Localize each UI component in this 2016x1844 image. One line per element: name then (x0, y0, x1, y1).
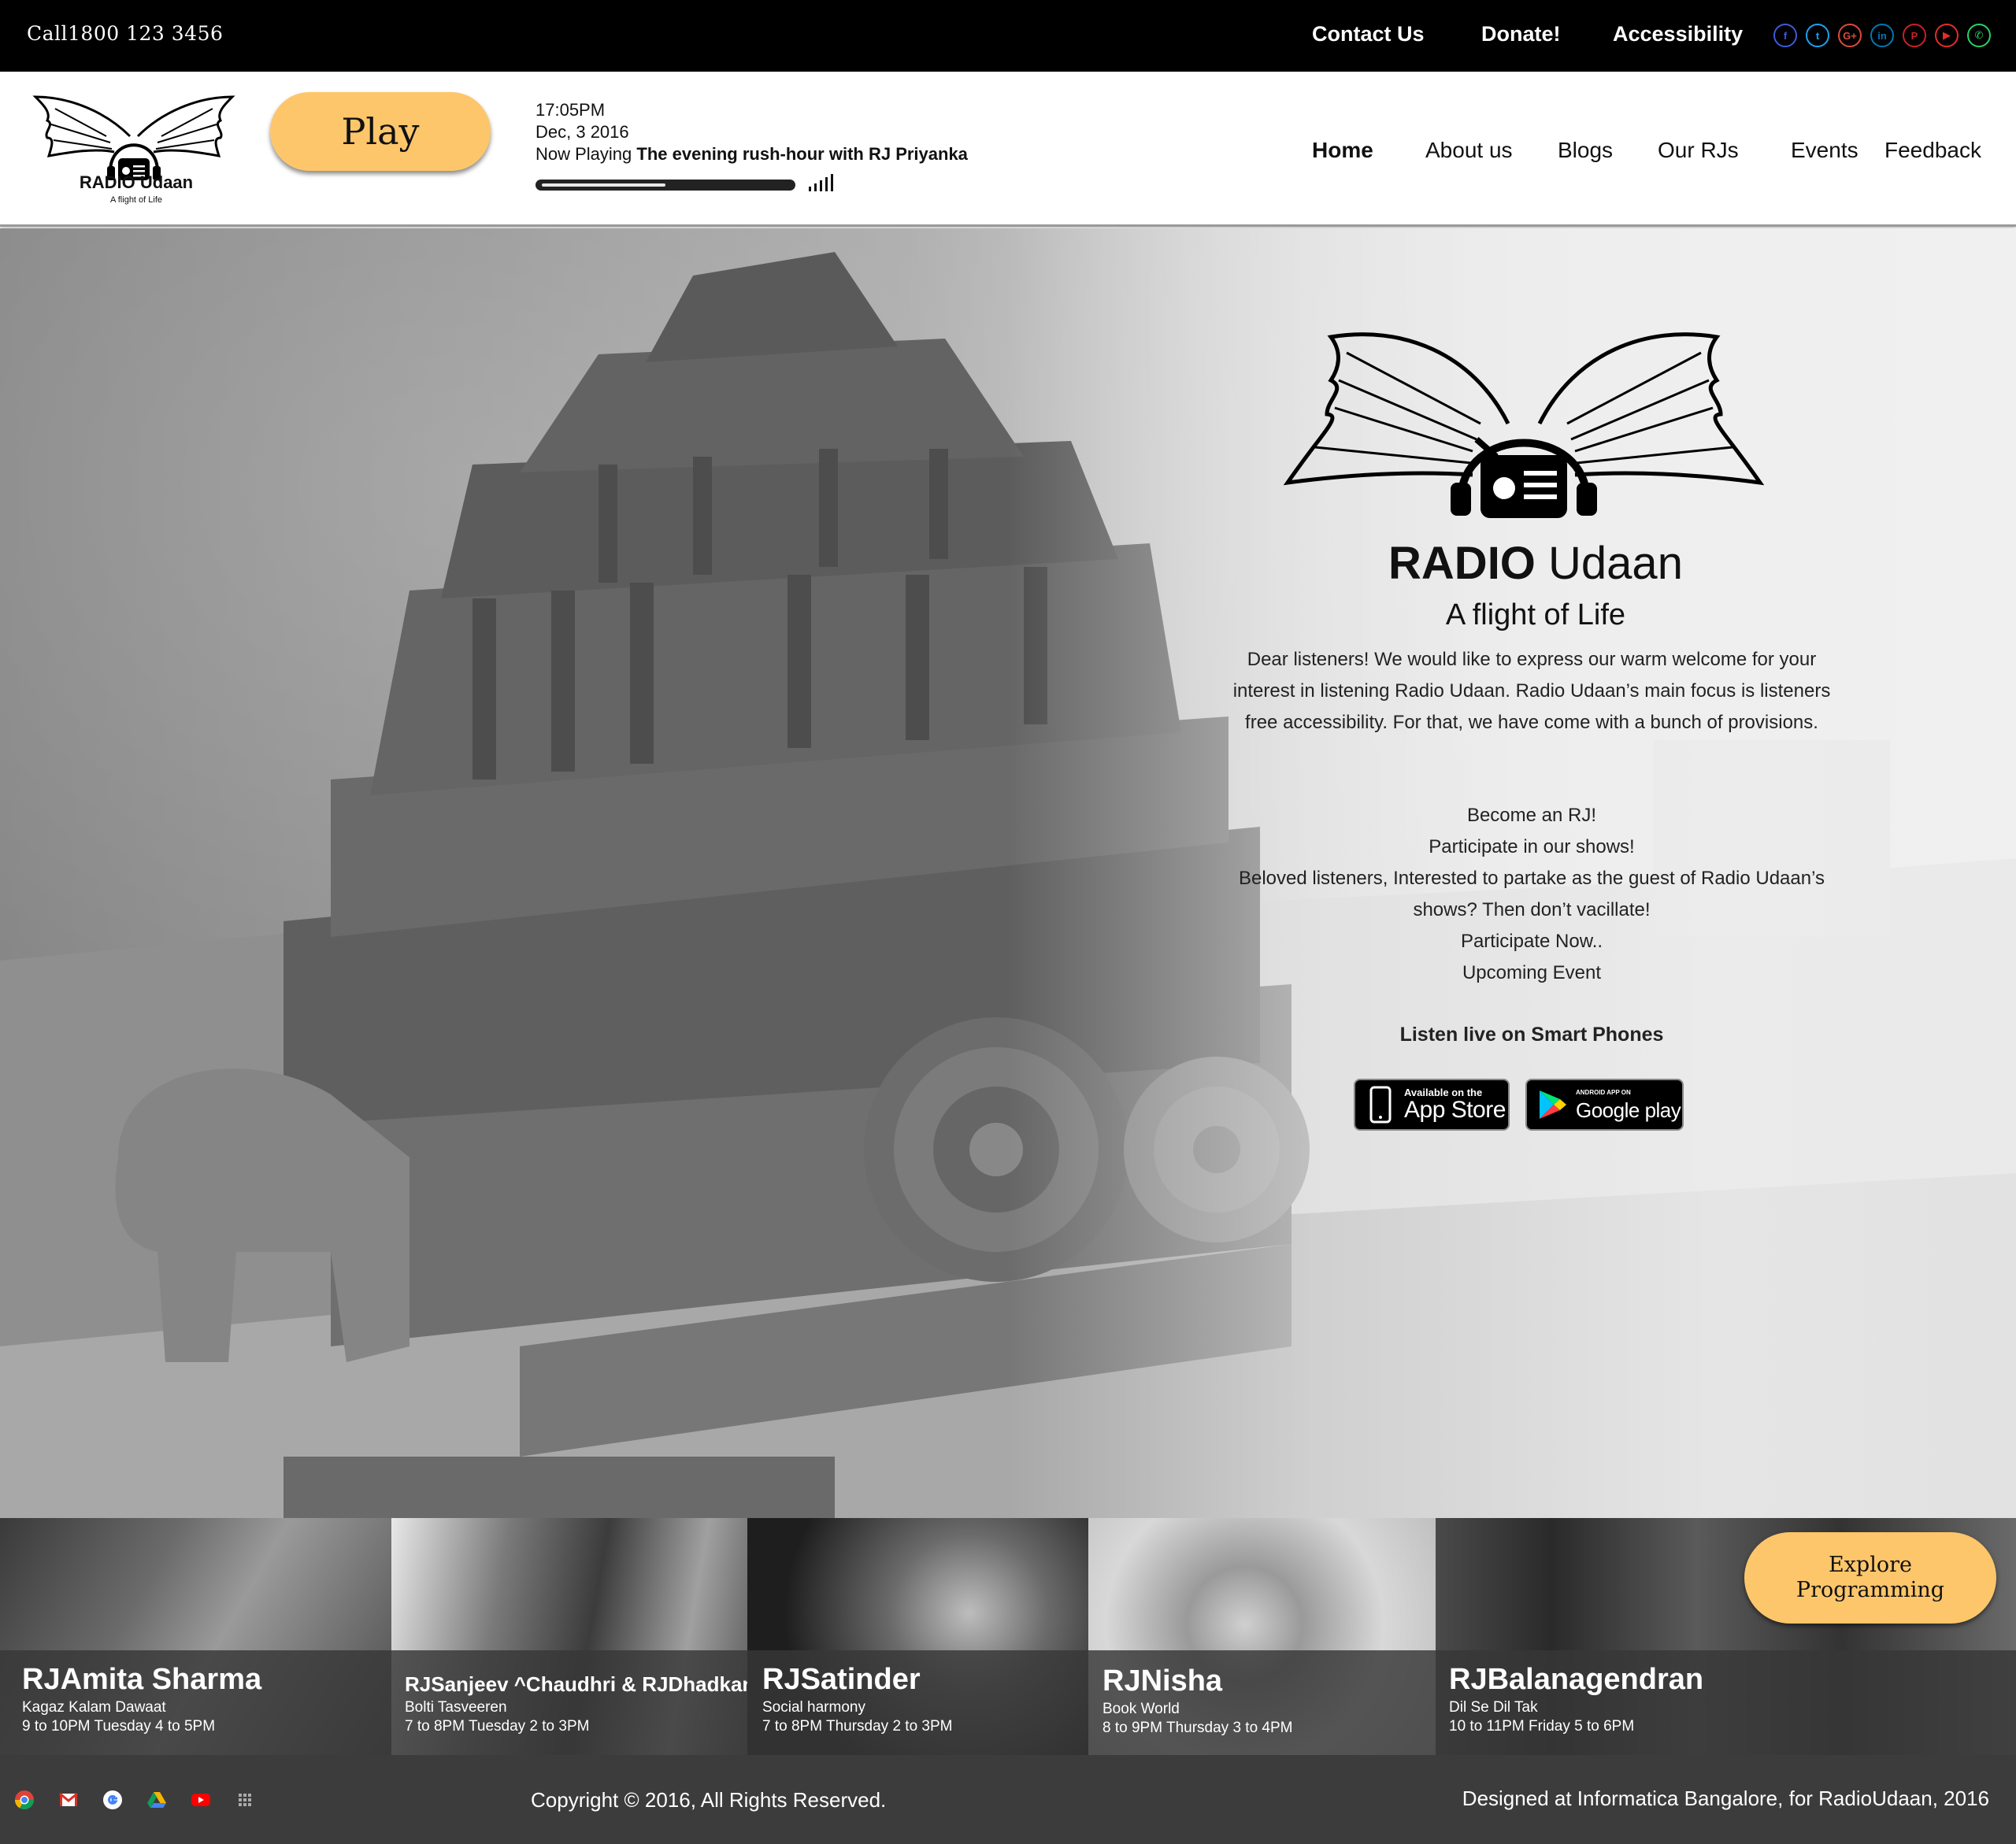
volume-icon[interactable] (809, 172, 833, 191)
now-playing-line: Now Playing The evening rush-hour with R… (536, 143, 968, 165)
rj-show: Dil Se Dil Tak (1449, 1699, 1538, 1716)
explore-line-2: Programming (1796, 1578, 1945, 1602)
welcome-line-1: Dear listeners! We would like to express… (1247, 649, 1817, 670)
linkedin-icon[interactable]: in (1870, 24, 1894, 47)
hero-section: RADIO Udaan A flight of Life Dear listen… (0, 228, 2016, 1518)
youtube-icon[interactable] (191, 1790, 211, 1810)
google-play-badge[interactable]: ANDROID APP ON Google play (1525, 1079, 1684, 1131)
chrome-icon[interactable] (14, 1790, 35, 1810)
nav-events[interactable]: Events (1791, 138, 1858, 163)
playback-progress-fill (542, 183, 665, 187)
now-playing-title: The evening rush-hour with RJ Priyanka (636, 144, 968, 164)
footer-app-icons (14, 1790, 255, 1810)
explore-line-1: Explore (1828, 1553, 1912, 1577)
hero-welcome-text: Dear listeners! We would like to express… (1197, 644, 1866, 739)
site-header: RADIO Udaan A flight of Life Play 17:05P… (0, 72, 2016, 227)
welcome-line-2: interest in listening Radio Udaan. Radio… (1232, 680, 1831, 702)
hero-title-bold: RADIO (1388, 538, 1549, 589)
rj-name: RJAmita Sharma (22, 1663, 262, 1696)
rj-show: Bolti Tasveeren (405, 1699, 507, 1716)
welcome-line-3: free accessibility. For that, we have co… (1245, 712, 1818, 733)
explore-programming-button[interactable]: Explore Programming (1744, 1532, 1996, 1624)
hero-subtitle: A flight of Life (1445, 598, 1626, 631)
twitter-icon[interactable]: t (1806, 24, 1829, 47)
rj-card[interactable]: RJSanjeev ^Chaudhri & RJDhadkan Bolti Ta… (391, 1518, 747, 1755)
rj-name: RJBalanagendran (1449, 1663, 1704, 1696)
google-plus-icon[interactable]: G+ (1838, 24, 1862, 47)
playback-progress-bar[interactable] (536, 180, 795, 191)
play-button[interactable]: Play (270, 92, 491, 171)
call-number[interactable]: Call1800 123 3456 (27, 22, 223, 45)
become-rj-link[interactable]: Become an RJ! (1197, 800, 1866, 831)
rj-name: RJSanjeev ^Chaudhri & RJDhadkan (405, 1672, 747, 1696)
current-time: 17:05PM (536, 100, 606, 120)
accessibility-link[interactable]: Accessibility (1613, 22, 1743, 46)
rj-time: 7 to 8PM Thursday 2 to 3PM (762, 1718, 953, 1735)
participate-link[interactable]: Participate in our shows! (1197, 831, 1866, 863)
nav-home[interactable]: Home (1312, 138, 1373, 163)
rj-strip: RJAmita Sharma Kagaz Kalam Dawaat 9 to 1… (0, 1518, 2016, 1755)
current-date: Dec, 3 2016 (536, 122, 629, 142)
participate-now-link[interactable]: Participate Now.. (1197, 926, 1866, 957)
now-playing-label: Now Playing (536, 144, 637, 164)
youtube-icon[interactable]: ▶ (1935, 24, 1959, 47)
apps-grid-icon[interactable] (235, 1790, 255, 1810)
contact-us-link[interactable]: Contact Us (1312, 22, 1425, 46)
google-play-icon (1540, 1090, 1566, 1119)
listen-live-heading: Listen live on Smart Phones (1399, 1024, 1664, 1046)
logo-name: RADIO Udaan (79, 172, 194, 192)
google-play-big-text: Google play (1576, 1098, 1681, 1122)
copyright-text: Copyright © 2016, All Rights Reserved. (531, 1788, 887, 1812)
top-bar: Call1800 123 3456 Contact Us Donate! Acc… (0, 0, 2016, 72)
rj-name: RJSatinder (762, 1663, 921, 1696)
nav-about-us[interactable]: About us (1425, 138, 1513, 163)
rj-show: Book World (1102, 1701, 1180, 1717)
hero-title: RADIO Udaan (1205, 537, 1866, 590)
rj-show: Kagaz Kalam Dawaat (22, 1699, 166, 1716)
hero-actions: Become an RJ! Participate in our shows! … (1197, 800, 1866, 989)
iphone-icon (1369, 1086, 1392, 1124)
beloved-line-2: shows? Then don’t vacillate! (1413, 899, 1651, 920)
pinterest-icon[interactable]: P (1903, 24, 1926, 47)
site-footer: Copyright © 2016, All Rights Reserved. D… (0, 1755, 2016, 1844)
rj-card[interactable]: RJAmita Sharma Kagaz Kalam Dawaat 9 to 1… (0, 1518, 391, 1755)
logo-tagline: A flight of Life (109, 195, 163, 205)
rj-show: Social harmony (762, 1699, 865, 1716)
nav-our-rjs[interactable]: Our RJs (1658, 138, 1739, 163)
app-store-big-text: App Store (1404, 1097, 1506, 1123)
app-store-badge[interactable]: Available on the App Store (1354, 1079, 1510, 1131)
gmail-icon[interactable] (58, 1790, 79, 1810)
whatsapp-icon[interactable]: ✆ (1967, 24, 1991, 47)
designed-by-text: Designed at Informatica Bangalore, for R… (1462, 1787, 1989, 1810)
beloved-line-1: Beloved listeners, Interested to partake… (1238, 868, 1825, 889)
google-icon[interactable] (102, 1790, 123, 1810)
facebook-icon[interactable]: f (1773, 24, 1797, 47)
rj-time: 7 to 8PM Tuesday 2 to 3PM (405, 1718, 590, 1735)
radio-udaan-emblem-icon (1284, 332, 1764, 518)
rj-card[interactable]: RJSatinder Social harmony 7 to 8PM Thurs… (747, 1518, 1088, 1755)
social-links: f t G+ in P ▶ ✆ (1773, 24, 1991, 47)
upcoming-event-link[interactable]: Upcoming Event (1197, 957, 1866, 989)
rj-time: 10 to 11PM Friday 5 to 6PM (1449, 1718, 1635, 1735)
google-play-small-text: ANDROID APP ON (1576, 1089, 1631, 1096)
nav-feedback[interactable]: Feedback (1884, 138, 1981, 163)
rj-name: RJNisha (1102, 1664, 1223, 1698)
now-playing-info: 17:05PM Dec, 3 2016 Now Playing The even… (536, 99, 968, 165)
nav-blogs[interactable]: Blogs (1558, 138, 1613, 163)
donate-link[interactable]: Donate! (1481, 22, 1561, 46)
rj-time: 9 to 10PM Tuesday 4 to 5PM (22, 1718, 216, 1735)
drive-icon[interactable] (146, 1790, 167, 1810)
hero-title-regular: Udaan (1548, 538, 1683, 589)
rj-time: 8 to 9PM Thursday 3 to 4PM (1102, 1720, 1293, 1736)
rj-card[interactable]: RJNisha Book World 8 to 9PM Thursday 3 t… (1088, 1518, 1436, 1755)
